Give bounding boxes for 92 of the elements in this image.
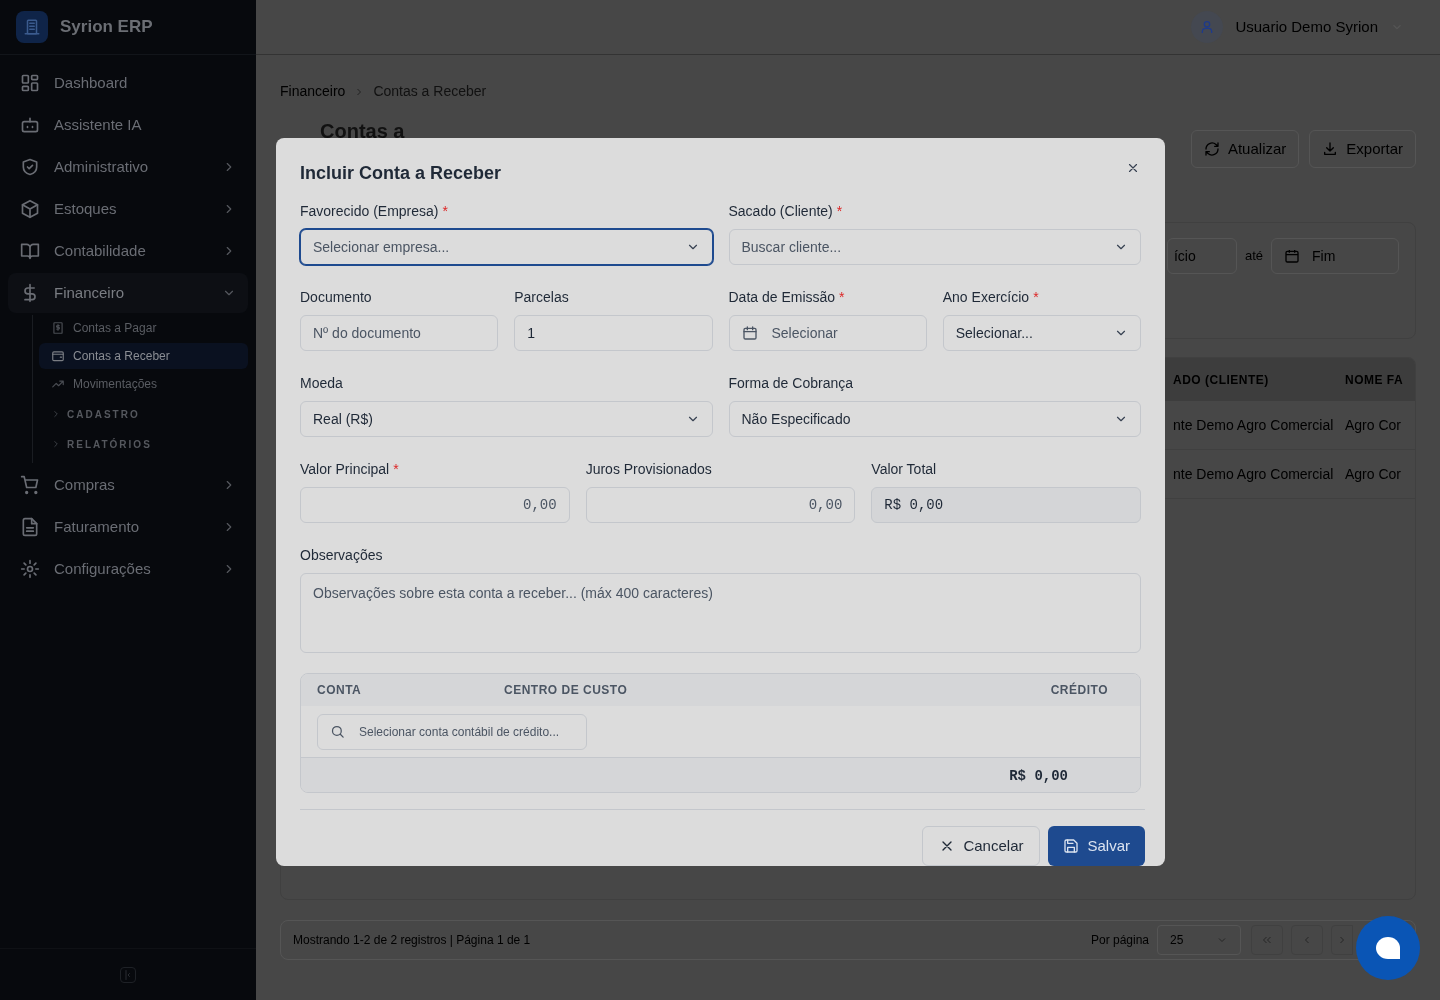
- table-cell-text: nte Demo Agro Comercial: [1173, 464, 1335, 484]
- sidebar-subitem[interactable]: Contas a Receber: [39, 343, 248, 369]
- required-mark: *: [442, 202, 448, 221]
- dashboard-icon: [20, 73, 40, 93]
- sidebar-item[interactable]: Compras: [8, 465, 248, 505]
- required-mark: *: [1033, 288, 1039, 307]
- sidebar-item[interactable]: Financeiro: [8, 273, 248, 313]
- sidebar-item[interactable]: Estoques: [8, 189, 248, 229]
- total-amount-field: R$ 0,00: [871, 487, 1141, 523]
- notes-field[interactable]: Observações sobre esta conta a receber... (máx 400 caracteres): [300, 573, 1141, 653]
- cart-icon: [20, 475, 40, 495]
- refresh-button[interactable]: Atualizar: [1190, 130, 1300, 168]
- brand-name: Syrion ERP: [60, 16, 153, 39]
- select-field[interactable]: Selecionar...: [942, 315, 1141, 351]
- input-field[interactable]: 1: [514, 315, 713, 351]
- column-header: CRÉDITO: [1049, 681, 1109, 699]
- field-label: Favorecido (Empresa): [300, 202, 439, 221]
- building-icon: [23, 18, 41, 36]
- start-date-field[interactable]: ício: [1166, 238, 1237, 274]
- credit-total: R$ 0,00: [1009, 766, 1068, 786]
- save-button[interactable]: Salvar: [1048, 826, 1145, 866]
- input-field[interactable]: Nº do documento: [300, 315, 499, 351]
- column-header: ADO (CLIENTE): [1173, 371, 1270, 389]
- field-label: Sacado (Cliente): [728, 202, 833, 221]
- shield-icon: [20, 157, 40, 177]
- collapse-sidebar-button[interactable]: [120, 966, 136, 983]
- breadcrumb-link[interactable]: Financeiro: [280, 81, 346, 102]
- table-cell-text: nte Demo Agro Comercial: [1173, 415, 1335, 435]
- date-range-separator: até: [1244, 247, 1263, 265]
- box-icon: [20, 199, 40, 219]
- robot-icon: [20, 115, 40, 135]
- sidebar-item[interactable]: Contabilidade: [8, 231, 248, 271]
- document-icon: [20, 517, 40, 537]
- pagination-summary: Mostrando 1-2 de 2 registros | Página 1 de 1: [293, 932, 531, 949]
- end-date-field[interactable]: Fim: [1271, 238, 1399, 274]
- user-avatar-icon: [1191, 11, 1224, 43]
- calendar-icon: [1284, 248, 1300, 264]
- cancel-button[interactable]: Cancelar: [922, 826, 1041, 866]
- calendar-icon: [741, 325, 758, 341]
- per-page-label: Por página: [1090, 932, 1149, 949]
- book-icon: [20, 241, 40, 261]
- field-label: Valor Principal: [300, 460, 390, 479]
- sidebar-subitem[interactable]: Contas a Pagar: [39, 315, 248, 341]
- field-label: Ano Exercício: [942, 288, 1030, 307]
- save-icon: [1063, 838, 1080, 854]
- export-button[interactable]: Exportar: [1309, 130, 1416, 168]
- chat-bubble-icon: [1375, 936, 1401, 960]
- sidebar-subitem[interactable]: Movimentações: [39, 371, 248, 397]
- user-menu[interactable]: Usuario Demo Syrion: [1191, 11, 1404, 43]
- select-field[interactable]: Selecionar empresa...: [300, 229, 713, 265]
- sidebar-section[interactable]: RELATÓRIOS: [39, 429, 248, 459]
- required-mark: *: [393, 460, 399, 479]
- wallet-icon: [51, 349, 65, 363]
- dialog-title: Incluir Conta a Receber: [300, 162, 502, 185]
- field-label: Juros Provisionados: [585, 460, 712, 479]
- search-icon: [330, 724, 345, 739]
- field-label: Data de Emissão: [728, 288, 836, 307]
- field-label: Parcelas: [514, 288, 569, 307]
- sidebar-item[interactable]: Dashboard: [8, 63, 248, 103]
- sidebar-item[interactable]: Configurações: [8, 549, 248, 589]
- per-page-select[interactable]: 25: [1157, 925, 1241, 955]
- sidebar-section[interactable]: CADASTRO: [39, 399, 248, 429]
- column-header: NOME FA: [1345, 371, 1405, 389]
- select-field[interactable]: Buscar cliente...: [728, 229, 1141, 265]
- amount-field[interactable]: 0,00: [585, 487, 856, 523]
- date-field[interactable]: Selecionar: [728, 315, 927, 351]
- chevron-right-icon: [51, 439, 61, 449]
- chevron-right-icon: [51, 409, 61, 419]
- required-mark: *: [839, 288, 845, 307]
- settings-icon: [20, 559, 40, 579]
- trend-icon: [51, 377, 65, 391]
- select-field[interactable]: Real (R$): [300, 401, 713, 437]
- select-field[interactable]: Não Especificado: [728, 401, 1141, 437]
- sidebar-item[interactable]: Administrativo: [8, 147, 248, 187]
- column-header: CENTRO DE CUSTO: [504, 682, 629, 699]
- column-header: CONTA: [317, 682, 363, 699]
- required-mark: *: [836, 202, 843, 221]
- refresh-icon: [1203, 141, 1220, 157]
- sidebar-item[interactable]: Assistente IA: [8, 105, 248, 145]
- download-icon: [1322, 141, 1339, 157]
- table-cell-text: Agro Cor: [1345, 415, 1403, 435]
- close-icon: [1126, 161, 1140, 175]
- field-label: Valor Total: [871, 460, 937, 479]
- receipt-icon: [51, 321, 65, 335]
- field-label: Forma de Cobrança: [728, 374, 853, 393]
- field-label: Moeda: [300, 374, 343, 393]
- field-label: Documento: [300, 288, 372, 307]
- table-cell-text: Agro Cor: [1345, 464, 1403, 484]
- sidebar-item[interactable]: Faturamento: [8, 507, 248, 547]
- account-search-field[interactable]: Selecionar conta contábil de crédito...: [317, 713, 587, 750]
- amount-field[interactable]: 0,00: [300, 487, 570, 523]
- field-label: Observações: [300, 546, 384, 565]
